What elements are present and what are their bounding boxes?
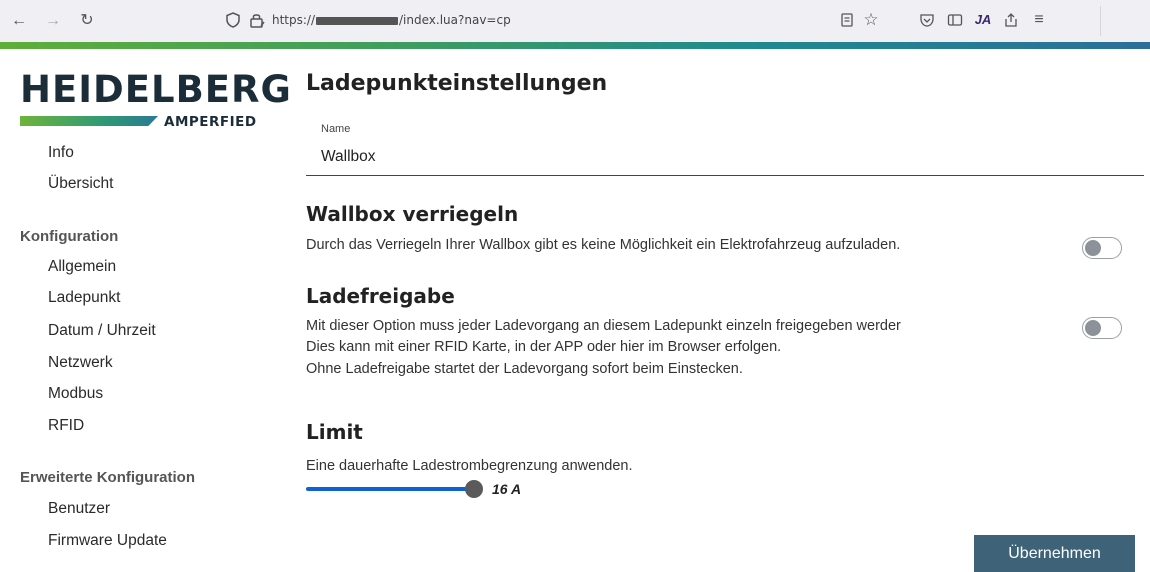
release-description-2: Dies kann mit einer RFID Karte, in der A… xyxy=(306,339,782,355)
logo-sub: AMPERFIED xyxy=(164,114,257,130)
sidebar-item-allgemein[interactable]: Allgemein xyxy=(48,258,116,276)
sidebar-item-netzwerk[interactable]: Netzwerk xyxy=(48,354,113,372)
menu-icon[interactable]: ≡ xyxy=(1030,11,1048,29)
name-field[interactable]: Wallbox xyxy=(321,148,376,166)
release-heading: Ladefreigabe xyxy=(306,284,455,308)
page-title: Ladepunkteinstellungen xyxy=(306,71,608,96)
sidebar-item-firmware-update[interactable]: Firmware Update xyxy=(48,532,167,550)
brand-color-bar xyxy=(0,42,1150,49)
lock-heading: Wallbox verriegeln xyxy=(306,202,519,226)
main-content: Ladepunkteinstellungen Name Wallbox Wall… xyxy=(285,49,1150,572)
release-toggle[interactable] xyxy=(1082,317,1122,339)
logo-stripe xyxy=(20,116,158,126)
reader-view-icon[interactable] xyxy=(838,11,856,29)
logo-brand: HEIDELBERG xyxy=(20,68,292,111)
release-description-3: Ohne Ladefreigabe startet der Ladevorgan… xyxy=(306,361,743,377)
shield-icon[interactable] xyxy=(224,11,242,29)
sidebar-item-uebersicht[interactable]: Übersicht xyxy=(48,175,113,193)
sidebar-section-erweiterte-konfiguration: Erweiterte Konfiguration xyxy=(20,469,196,486)
limit-slider-track[interactable] xyxy=(306,487,474,491)
lock-description: Durch das Verriegeln Ihrer Wallbox gibt … xyxy=(306,237,901,253)
extension-ja-icon[interactable]: JA xyxy=(974,11,992,29)
name-field-underline xyxy=(306,175,1144,176)
sidebar-section-konfiguration: Konfiguration xyxy=(20,228,119,245)
sidebar-item-datum-uhrzeit[interactable]: Datum / Uhrzeit xyxy=(48,322,156,340)
release-description-1: Mit dieser Option muss jeder Ladevorgang… xyxy=(306,318,901,334)
sidebar: HEIDELBERG AMPERFIED Info Übersicht Konf… xyxy=(0,49,291,572)
sidebar-item-info[interactable]: Info xyxy=(48,144,74,162)
browser-toolbar: ← → ↻ https:// /index.lua?nav=cp ☆ JA ≡ xyxy=(0,0,1150,42)
apply-button[interactable]: Übernehmen xyxy=(974,535,1135,572)
sidebar-item-benutzer[interactable]: Benutzer xyxy=(48,500,110,518)
url-prefix: https:// xyxy=(272,13,316,27)
toggle-knob xyxy=(1085,320,1101,336)
reload-icon[interactable]: ↻ xyxy=(78,12,96,30)
toolbar-divider xyxy=(1100,6,1101,36)
lock-icon[interactable] xyxy=(248,11,266,29)
url-redacted-host xyxy=(316,16,399,25)
sidebar-toggle-icon[interactable] xyxy=(946,11,964,29)
limit-slider-handle[interactable] xyxy=(465,480,483,498)
back-arrow-icon[interactable]: ← xyxy=(10,12,28,30)
sidebar-item-modbus[interactable]: Modbus xyxy=(48,385,103,403)
sidebar-item-rfid[interactable]: RFID xyxy=(48,417,84,435)
limit-heading: Limit xyxy=(306,420,363,444)
lock-toggle[interactable] xyxy=(1082,237,1122,259)
logo[interactable]: HEIDELBERG AMPERFIED xyxy=(20,68,292,130)
bookmark-star-icon[interactable]: ☆ xyxy=(862,11,880,29)
url-path: /index.lua?nav=cp xyxy=(399,13,511,27)
share-icon[interactable] xyxy=(1002,11,1020,29)
forward-arrow-icon[interactable]: → xyxy=(44,12,62,30)
limit-description: Eine dauerhafte Ladestrombegrenzung anwe… xyxy=(306,458,633,474)
limit-slider-value: 16 A xyxy=(492,481,522,497)
pocket-icon[interactable] xyxy=(918,11,936,29)
toggle-knob xyxy=(1085,240,1101,256)
url-bar[interactable]: https:// /index.lua?nav=cp xyxy=(272,13,511,27)
sidebar-item-ladepunkt[interactable]: Ladepunkt xyxy=(48,289,120,307)
name-field-label: Name xyxy=(321,123,351,135)
